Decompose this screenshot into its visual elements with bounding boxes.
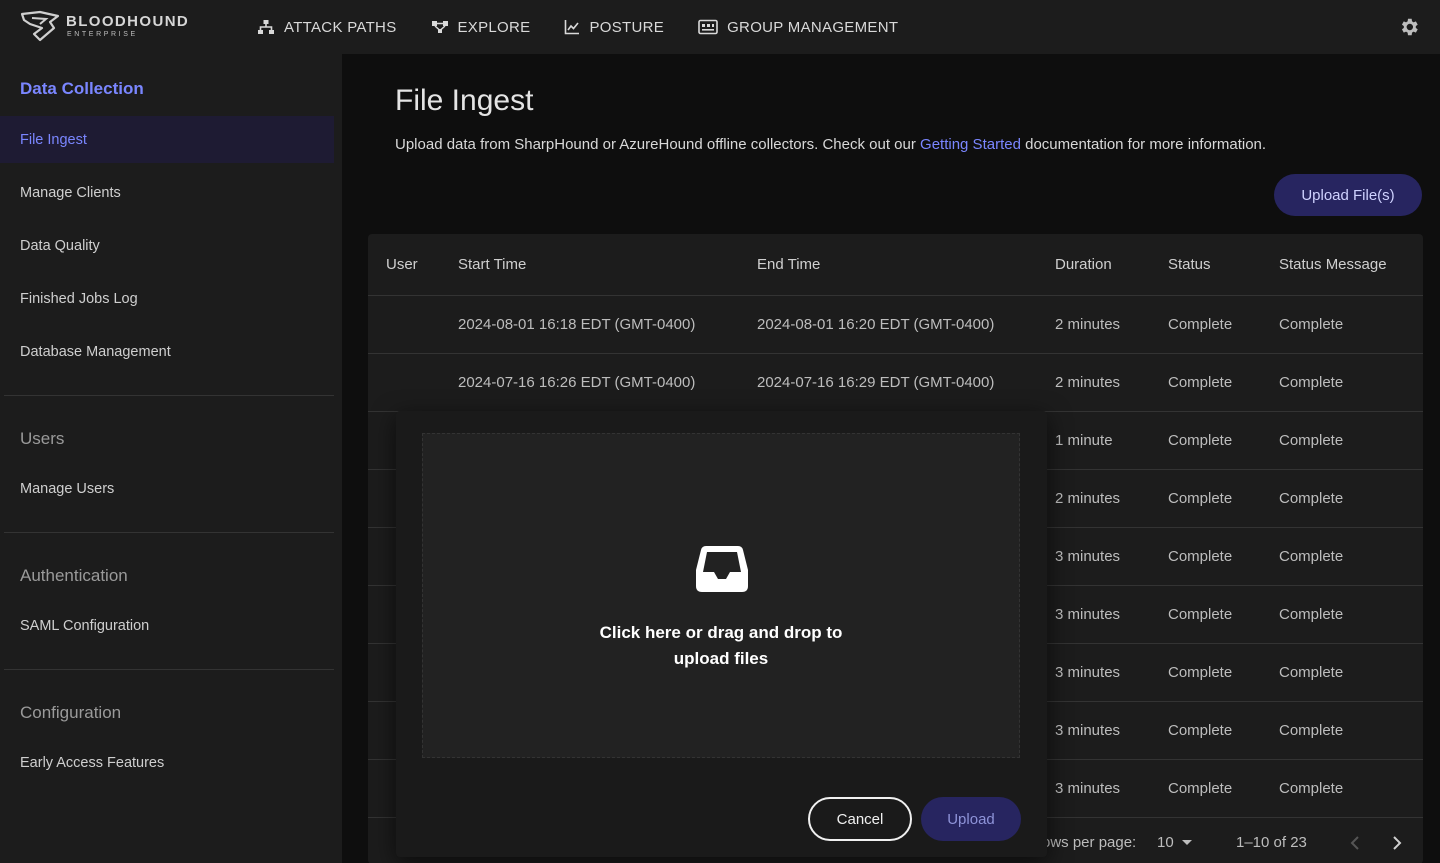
- cell-status: Complete: [1168, 606, 1233, 623]
- bloodhound-logo-icon: [20, 10, 60, 42]
- nav-attack-paths[interactable]: ATTACK PATHS: [257, 19, 397, 36]
- column-header-status-message[interactable]: Status Message: [1279, 256, 1387, 273]
- rows-per-page-select[interactable]: 10: [1157, 834, 1192, 851]
- id-card-icon: [698, 19, 718, 35]
- sidebar-item-manage-users[interactable]: Manage Users: [0, 465, 334, 512]
- column-header-start-time[interactable]: Start Time: [458, 256, 526, 273]
- nav-explore-label: EXPLORE: [457, 18, 531, 36]
- pagination-range: 1–10 of 23: [1236, 834, 1307, 851]
- upload-files-button[interactable]: Upload File(s): [1274, 174, 1422, 216]
- cell-status: Complete: [1168, 722, 1233, 739]
- sitemap-icon: [258, 20, 274, 34]
- dropzone-instructions: Click here or drag and drop to upload fi…: [423, 620, 1019, 672]
- cell-duration: 2 minutes: [1055, 374, 1121, 391]
- cell-duration: 1 minute: [1055, 432, 1113, 449]
- sidebar-section-users: Users: [20, 429, 65, 448]
- cell-status: Complete: [1168, 490, 1233, 507]
- sidebar-item-finished-jobs-log[interactable]: Finished Jobs Log: [0, 275, 334, 322]
- column-header-end-time[interactable]: End Time: [757, 256, 820, 273]
- nav-posture[interactable]: POSTURE: [564, 19, 664, 36]
- logo-main-text: BLOODHOUND: [66, 13, 190, 30]
- cell-status: Complete: [1168, 664, 1233, 681]
- cell-status-message: Complete: [1279, 374, 1344, 391]
- nav-explore[interactable]: EXPLORE: [431, 19, 531, 36]
- getting-started-link[interactable]: Getting Started: [920, 136, 1021, 153]
- app-logo[interactable]: BLOODHOUND ENTERPRISE: [20, 10, 189, 42]
- chevron-right-icon: [1393, 836, 1402, 850]
- cell-duration: 2 minutes: [1055, 316, 1121, 333]
- page-title: File Ingest: [395, 84, 534, 117]
- chevron-left-icon: [1350, 836, 1359, 850]
- nav-group-management[interactable]: GROUP MANAGEMENT: [698, 19, 898, 36]
- table-row[interactable]: 2024-07-16 16:26 EDT (GMT-0400) 2024-07-…: [368, 354, 1423, 412]
- cell-status-message: Complete: [1279, 722, 1344, 739]
- sidebar-divider: [4, 532, 334, 533]
- column-header-status[interactable]: Status: [1168, 256, 1211, 273]
- graph-nodes-icon: [431, 21, 448, 33]
- sidebar-item-file-ingest[interactable]: File Ingest: [0, 116, 334, 163]
- nav-attack-paths-label: ATTACK PATHS: [284, 18, 397, 36]
- sidebar-item-database-management[interactable]: Database Management: [0, 328, 334, 375]
- sidebar-section-configuration: Configuration: [20, 703, 122, 722]
- dropzone-text-line2: upload files: [673, 649, 769, 668]
- gear-icon: [1401, 18, 1418, 36]
- cell-start-time: 2024-08-01 16:18 EDT (GMT-0400): [458, 316, 696, 333]
- cancel-button[interactable]: Cancel: [808, 797, 912, 841]
- main-nav: ATTACK PATHS EXPLORE POSTURE GROUP MANAG…: [257, 0, 932, 54]
- cell-status: Complete: [1168, 780, 1233, 797]
- column-header-user[interactable]: User: [386, 256, 418, 273]
- column-header-duration[interactable]: Duration: [1055, 256, 1112, 273]
- dropzone-text-line1: Click here or drag and drop to: [599, 623, 843, 642]
- sidebar-divider: [4, 669, 334, 670]
- cell-status-message: Complete: [1279, 548, 1344, 565]
- inbox-tray-icon: [696, 546, 748, 592]
- rows-per-page-value: 10: [1157, 834, 1174, 851]
- upload-button[interactable]: Upload: [921, 797, 1021, 841]
- cell-status-message: Complete: [1279, 490, 1344, 507]
- cell-duration: 3 minutes: [1055, 548, 1121, 565]
- sidebar-item-saml-configuration[interactable]: SAML Configuration: [0, 602, 334, 649]
- cell-status: Complete: [1168, 432, 1233, 449]
- cell-duration: 2 minutes: [1055, 490, 1121, 507]
- nav-posture-label: POSTURE: [589, 18, 665, 36]
- previous-page-button[interactable]: [1348, 834, 1362, 857]
- cell-status: Complete: [1168, 316, 1233, 333]
- cell-duration: 3 minutes: [1055, 722, 1121, 739]
- cell-start-time: 2024-07-16 16:26 EDT (GMT-0400): [458, 374, 696, 391]
- rows-per-page-label: ows per page:: [1042, 834, 1137, 851]
- sidebar-item-manage-clients[interactable]: Manage Clients: [0, 169, 334, 216]
- sidebar-divider: [4, 395, 334, 396]
- nav-group-management-label: GROUP MANAGEMENT: [727, 18, 899, 36]
- table-row[interactable]: 2024-08-01 16:18 EDT (GMT-0400) 2024-08-…: [368, 296, 1423, 354]
- cell-duration: 3 minutes: [1055, 780, 1121, 797]
- line-chart-icon: [565, 20, 580, 35]
- page-description-text-end: documentation for more information.: [1020, 136, 1267, 153]
- file-dropzone[interactable]: Click here or drag and drop to upload fi…: [422, 433, 1020, 758]
- next-page-button[interactable]: [1390, 834, 1404, 857]
- settings-button[interactable]: [1398, 16, 1420, 43]
- sidebar-item-data-quality[interactable]: Data Quality: [0, 222, 334, 269]
- cell-duration: 3 minutes: [1055, 664, 1121, 681]
- sidebar: Data Collection File Ingest Manage Clien…: [0, 54, 342, 863]
- cell-status-message: Complete: [1279, 664, 1344, 681]
- caret-down-icon: [1181, 840, 1192, 845]
- sidebar-section-data-collection: Data Collection: [20, 79, 144, 98]
- upload-dialog: Click here or drag and drop to upload fi…: [396, 411, 1047, 857]
- cell-status: Complete: [1168, 548, 1233, 565]
- page-description: Upload data from SharpHound or AzureHoun…: [395, 136, 1266, 153]
- cell-status-message: Complete: [1279, 316, 1344, 333]
- logo-sub-text: ENTERPRISE: [67, 31, 138, 38]
- cell-status-message: Complete: [1279, 780, 1344, 797]
- sidebar-item-early-access-features[interactable]: Early Access Features: [0, 739, 334, 786]
- cell-status-message: Complete: [1279, 606, 1344, 623]
- top-bar: BLOODHOUND ENTERPRISE ATTACK PATHS EXPLO…: [0, 0, 1440, 54]
- page-description-text: Upload data from SharpHound or AzureHoun…: [395, 136, 921, 153]
- cell-end-time: 2024-07-16 16:29 EDT (GMT-0400): [757, 374, 995, 391]
- cell-duration: 3 minutes: [1055, 606, 1121, 623]
- cell-status: Complete: [1168, 374, 1233, 391]
- cell-status-message: Complete: [1279, 432, 1344, 449]
- table-header: User Start Time End Time Duration Status…: [368, 234, 1423, 296]
- sidebar-section-authentication: Authentication: [20, 566, 128, 585]
- cell-end-time: 2024-08-01 16:20 EDT (GMT-0400): [757, 316, 995, 333]
